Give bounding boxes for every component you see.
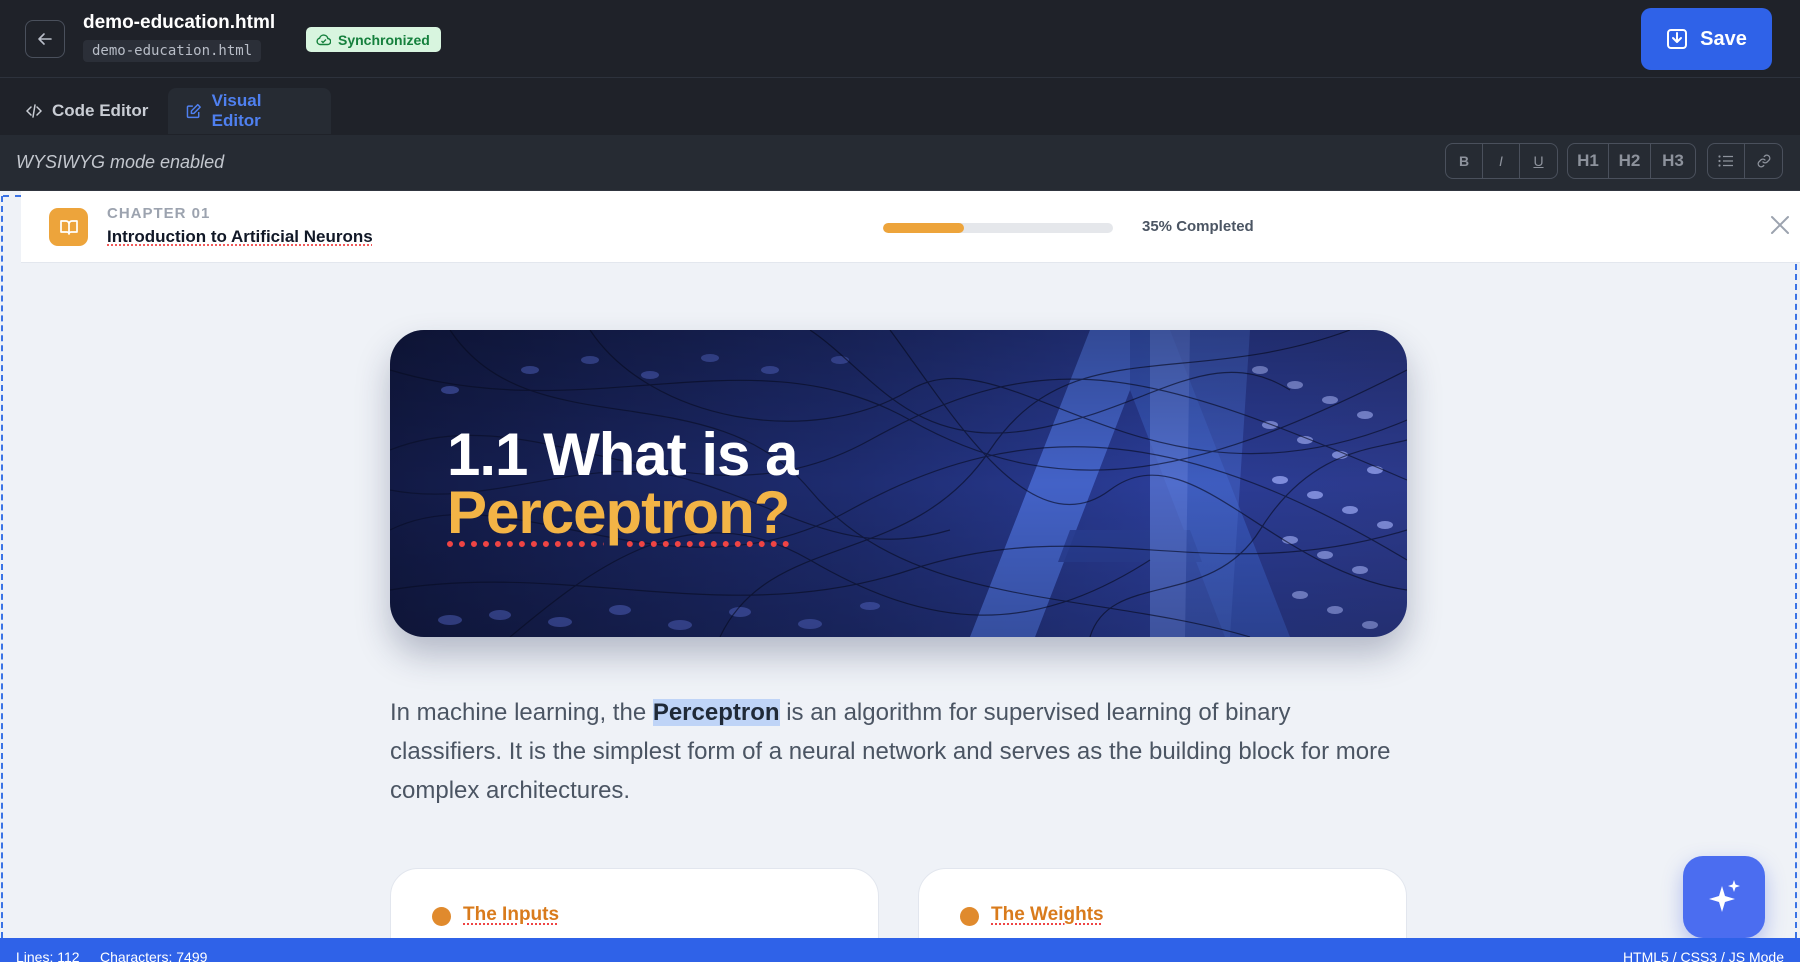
chapter-label: CHAPTER 01 bbox=[107, 205, 210, 222]
h1-button[interactable]: H1 bbox=[1568, 144, 1609, 178]
insert-group bbox=[1707, 143, 1783, 179]
cloud-check-icon bbox=[316, 33, 331, 46]
line-count: Lines: 112 bbox=[16, 949, 80, 962]
hero-banner: 1.1 What is a Perceptron? bbox=[390, 330, 1407, 637]
italic-button[interactable]: I bbox=[1483, 144, 1520, 178]
status-bar: Lines: 112 Characters: 7499 HTML5 / CSS3… bbox=[0, 938, 1800, 962]
heading-group: H1 H2 H3 bbox=[1567, 143, 1696, 179]
editor-tabs: Code Editor Visual Editor bbox=[0, 78, 1800, 135]
h3-button[interactable]: H3 bbox=[1651, 144, 1695, 178]
chapter-progress-bar bbox=[883, 223, 1113, 233]
editor-mode: HTML5 / CSS3 / JS Mode bbox=[1623, 949, 1784, 962]
selection-outline-top bbox=[3, 195, 21, 197]
card-bullet bbox=[960, 907, 979, 926]
sparkles-icon bbox=[1706, 878, 1742, 916]
chapter-title: Introduction to Artificial Neurons bbox=[107, 227, 373, 247]
tab-visual-editor-label: Visual Editor bbox=[212, 91, 313, 131]
save-icon bbox=[1666, 28, 1688, 50]
intro-paragraph[interactable]: In machine learning, the Perceptron is a… bbox=[390, 693, 1407, 810]
close-icon[interactable] bbox=[1770, 215, 1790, 235]
card-bullet bbox=[432, 907, 451, 926]
tab-visual-editor[interactable]: Visual Editor bbox=[168, 88, 331, 134]
top-bar: demo-education.html demo-education.html … bbox=[0, 0, 1800, 78]
list-button[interactable] bbox=[1708, 144, 1745, 178]
visual-editor-canvas[interactable]: CHAPTER 01 Introduction to Artificial Ne… bbox=[0, 191, 1800, 938]
concept-card-inputs: The Inputs bbox=[390, 868, 879, 938]
chapter-progress-fill bbox=[883, 223, 964, 233]
concept-card-weights: The Weights bbox=[918, 868, 1407, 938]
save-button[interactable]: Save bbox=[1641, 8, 1772, 70]
hero-title-line-2: Perceptron? bbox=[447, 478, 789, 547]
progress-text: 35% Completed bbox=[1142, 218, 1254, 235]
back-button[interactable] bbox=[25, 20, 65, 58]
h2-button[interactable]: H2 bbox=[1609, 144, 1651, 178]
link-button[interactable] bbox=[1745, 144, 1782, 178]
intro-text-before: In machine learning, the bbox=[390, 699, 653, 726]
ai-assistant-button[interactable] bbox=[1683, 856, 1765, 938]
wysiwyg-mode-text: WYSIWYG mode enabled bbox=[16, 152, 224, 173]
edit-icon bbox=[186, 103, 202, 119]
chapter-header: CHAPTER 01 Introduction to Artificial Ne… bbox=[21, 191, 1800, 263]
bold-button[interactable]: B bbox=[1446, 144, 1483, 178]
selection-outline-left bbox=[1, 196, 3, 938]
code-icon bbox=[26, 104, 42, 118]
format-toolbar: WYSIWYG mode enabled B I U H1 H2 H3 bbox=[0, 135, 1800, 191]
tab-code-editor[interactable]: Code Editor bbox=[8, 88, 166, 134]
character-count: Characters: 7499 bbox=[100, 949, 207, 962]
underline-button[interactable]: U bbox=[1520, 144, 1557, 178]
selection-outline-right bbox=[1795, 264, 1797, 938]
card-title-inputs: The Inputs bbox=[463, 904, 559, 926]
arrow-left-icon bbox=[36, 30, 54, 48]
card-title-weights: The Weights bbox=[991, 904, 1104, 926]
list-icon bbox=[1718, 155, 1734, 167]
highlighted-term: Perceptron bbox=[653, 699, 780, 726]
text-style-group: B I U bbox=[1445, 143, 1558, 179]
link-icon bbox=[1757, 154, 1771, 168]
book-icon bbox=[49, 208, 88, 246]
tab-code-editor-label: Code Editor bbox=[52, 101, 148, 121]
file-title: demo-education.html bbox=[83, 12, 275, 34]
sync-status-badge: Synchronized bbox=[306, 27, 441, 52]
file-path: demo-education.html bbox=[83, 40, 261, 62]
sync-status-label: Synchronized bbox=[338, 32, 430, 48]
save-label: Save bbox=[1700, 28, 1747, 51]
